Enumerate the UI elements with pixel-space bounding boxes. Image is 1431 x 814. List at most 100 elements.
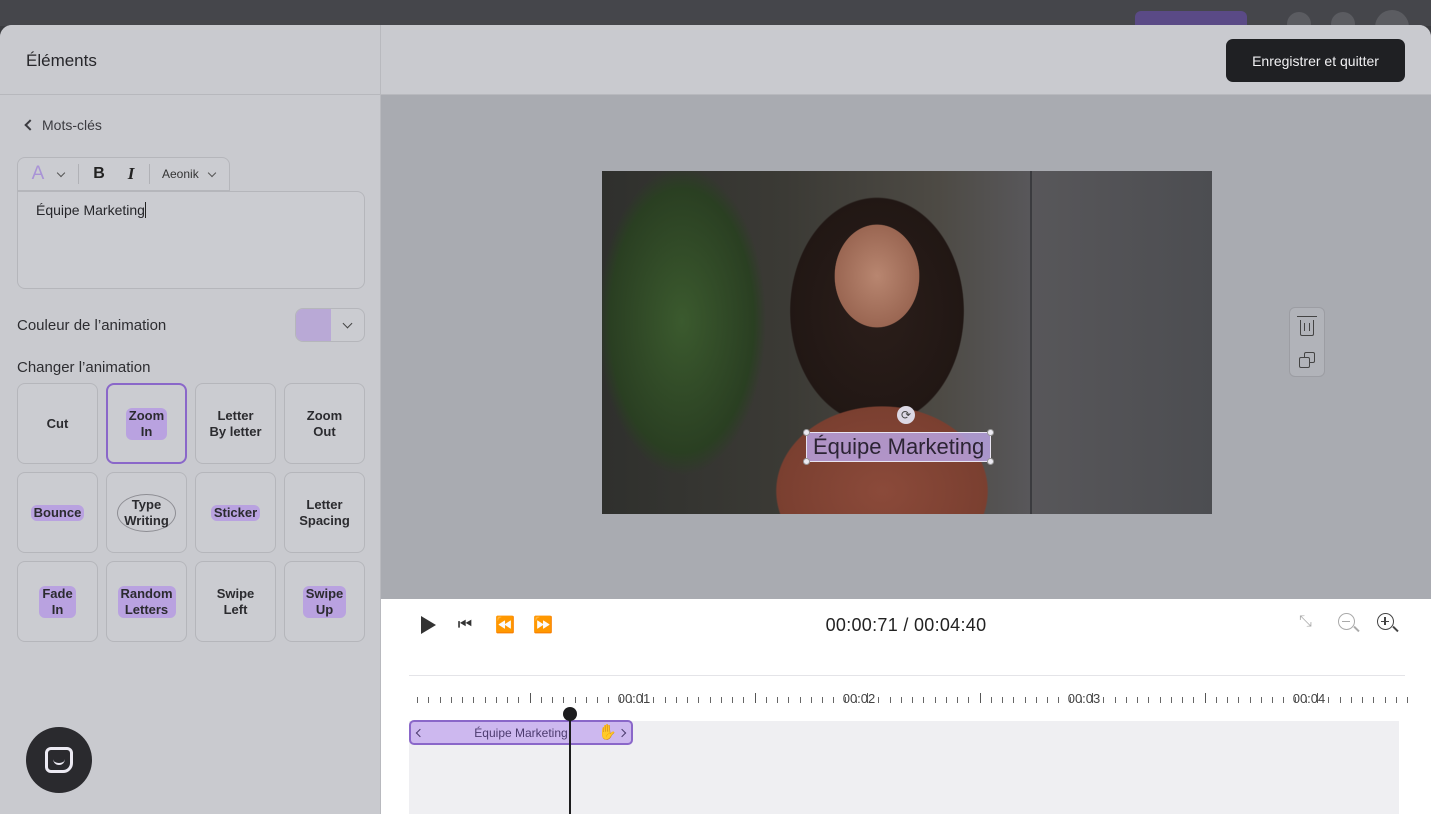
- animation-color-picker[interactable]: [295, 308, 365, 342]
- animation-sticker[interactable]: Sticker: [195, 472, 276, 553]
- ruler-tick: [1395, 697, 1397, 703]
- tile-label: Random Letters: [117, 585, 176, 618]
- editor-modal: Éléments Mots-clés A B I Aeonik Équipe M…: [0, 25, 1431, 814]
- text-color-icon[interactable]: A: [28, 163, 48, 185]
- animation-random-letters[interactable]: Random Letters: [106, 561, 187, 642]
- ruler-tick: [1035, 697, 1037, 703]
- ruler-tick: [518, 697, 520, 703]
- animation-swipe-up[interactable]: Swipe Up: [284, 561, 365, 642]
- chevron-right-icon[interactable]: [617, 728, 627, 737]
- ruler-tick: [934, 697, 936, 703]
- ruler-tick: [844, 697, 846, 703]
- chevron-down-icon[interactable]: [331, 309, 364, 341]
- ruler-tick: [540, 697, 542, 703]
- animation-zoom-out[interactable]: Zoom Out: [284, 383, 365, 464]
- trash-icon[interactable]: [1297, 316, 1317, 336]
- animation-zoom-in[interactable]: Zoom In: [106, 383, 187, 464]
- text-cursor: [144, 202, 146, 218]
- chevron-down-icon[interactable]: [56, 168, 66, 177]
- animation-swipe-left[interactable]: Swipe Left: [195, 561, 276, 642]
- tile-label: Cut: [46, 415, 69, 431]
- ruler-tick: [1114, 697, 1116, 703]
- ruler-tick: [754, 693, 756, 703]
- playhead[interactable]: [569, 713, 571, 814]
- ruler-tick: [1159, 697, 1161, 703]
- ruler-tick: [979, 693, 981, 703]
- ruler-tick: [664, 697, 666, 703]
- tile-label: Letter By letter: [209, 407, 262, 439]
- ruler-tick: [439, 697, 441, 703]
- ruler-tick: [878, 697, 880, 703]
- ruler-tick: [1137, 697, 1138, 703]
- ruler-tick: [642, 693, 643, 703]
- animation-letter-spacing[interactable]: Letter Spacing: [284, 472, 365, 553]
- ruler-tick: [687, 697, 688, 703]
- ruler-tick: [720, 697, 722, 703]
- fit-timeline-icon[interactable]: ⤡: [1299, 613, 1319, 633]
- playhead-handle[interactable]: [563, 707, 577, 721]
- ruler-tick: [1272, 697, 1273, 703]
- ruler-tick: [495, 697, 497, 703]
- ruler-tick: [1092, 693, 1093, 703]
- background-app-bar: [0, 0, 1431, 44]
- video-preview[interactable]: ⟳ Équipe Marketing: [602, 171, 1212, 514]
- ruler-tick: [1249, 697, 1251, 703]
- tile-label: Sticker: [210, 504, 261, 521]
- element-tools: [1289, 307, 1325, 377]
- ruler-tick: [1317, 693, 1318, 703]
- editor-header: Enregistrer et quitter: [381, 25, 1431, 95]
- ruler-tick: [1339, 697, 1341, 703]
- ruler-tick: [709, 697, 711, 703]
- tile-label: Zoom Out: [306, 407, 343, 439]
- resize-handle[interactable]: [803, 458, 810, 465]
- resize-handle[interactable]: [803, 429, 810, 436]
- zoom-out-icon: [1338, 613, 1355, 630]
- caption-overlay[interactable]: Équipe Marketing: [803, 429, 995, 465]
- back-link[interactable]: Mots-clés: [24, 117, 102, 133]
- ruler-tick: [450, 697, 452, 703]
- ruler-tick: [1047, 697, 1048, 703]
- chevron-down-icon[interactable]: [207, 168, 216, 177]
- animation-cut[interactable]: Cut: [17, 383, 98, 464]
- ruler-tick: [462, 697, 463, 703]
- caption-overlay-text: Équipe Marketing: [813, 434, 985, 459]
- caption-text-input[interactable]: Équipe Marketing: [17, 191, 365, 289]
- ruler-tick: [1103, 697, 1105, 703]
- color-swatch[interactable]: [296, 309, 331, 341]
- ruler-tick: [1193, 697, 1195, 703]
- ruler-tick: [1283, 697, 1285, 703]
- chat-launcher-button[interactable]: [26, 727, 92, 793]
- ruler-tick: [855, 697, 857, 703]
- preview-stage: ⟳ Équipe Marketing: [381, 95, 1431, 599]
- zoom-out-button[interactable]: [1338, 613, 1360, 635]
- animation-fade-in[interactable]: Fade In: [17, 561, 98, 642]
- animation-type-writing[interactable]: Type Writing: [106, 472, 187, 553]
- bold-button[interactable]: B: [85, 165, 113, 183]
- ruler-tick: [1305, 697, 1307, 703]
- animation-color-label: Couleur de l’animation: [17, 316, 167, 334]
- italic-button[interactable]: I: [119, 164, 143, 184]
- rotate-handle-icon[interactable]: ⟳: [897, 406, 915, 424]
- ruler-tick: [889, 697, 891, 703]
- animation-letter-by-letter[interactable]: Letter By letter: [195, 383, 276, 464]
- resize-handle[interactable]: [987, 458, 995, 465]
- ruler-tick: [1238, 697, 1240, 703]
- ruler-label: 00:04: [1292, 691, 1326, 706]
- resize-handle[interactable]: [987, 429, 995, 436]
- time-ruler[interactable]: 00:01 00:02 00:03 00:04: [409, 681, 1408, 721]
- animation-bounce[interactable]: Bounce: [17, 472, 98, 553]
- ruler-tick: [552, 697, 553, 703]
- duplicate-icon[interactable]: [1299, 352, 1315, 368]
- font-select[interactable]: Aeonik: [162, 167, 199, 181]
- tile-label: Zoom In: [125, 407, 168, 440]
- ruler-tick: [1373, 697, 1375, 703]
- ruler-tick: [900, 697, 902, 703]
- ruler-tick: [698, 697, 700, 703]
- ruler-tick: [957, 697, 958, 703]
- zoom-in-button[interactable]: [1377, 613, 1399, 635]
- ruler-tick: [597, 697, 598, 703]
- ruler-tick: [484, 697, 486, 703]
- ruler-tick: [585, 697, 587, 703]
- ruler-tick: [1148, 697, 1150, 703]
- save-and-quit-button[interactable]: Enregistrer et quitter: [1226, 39, 1405, 82]
